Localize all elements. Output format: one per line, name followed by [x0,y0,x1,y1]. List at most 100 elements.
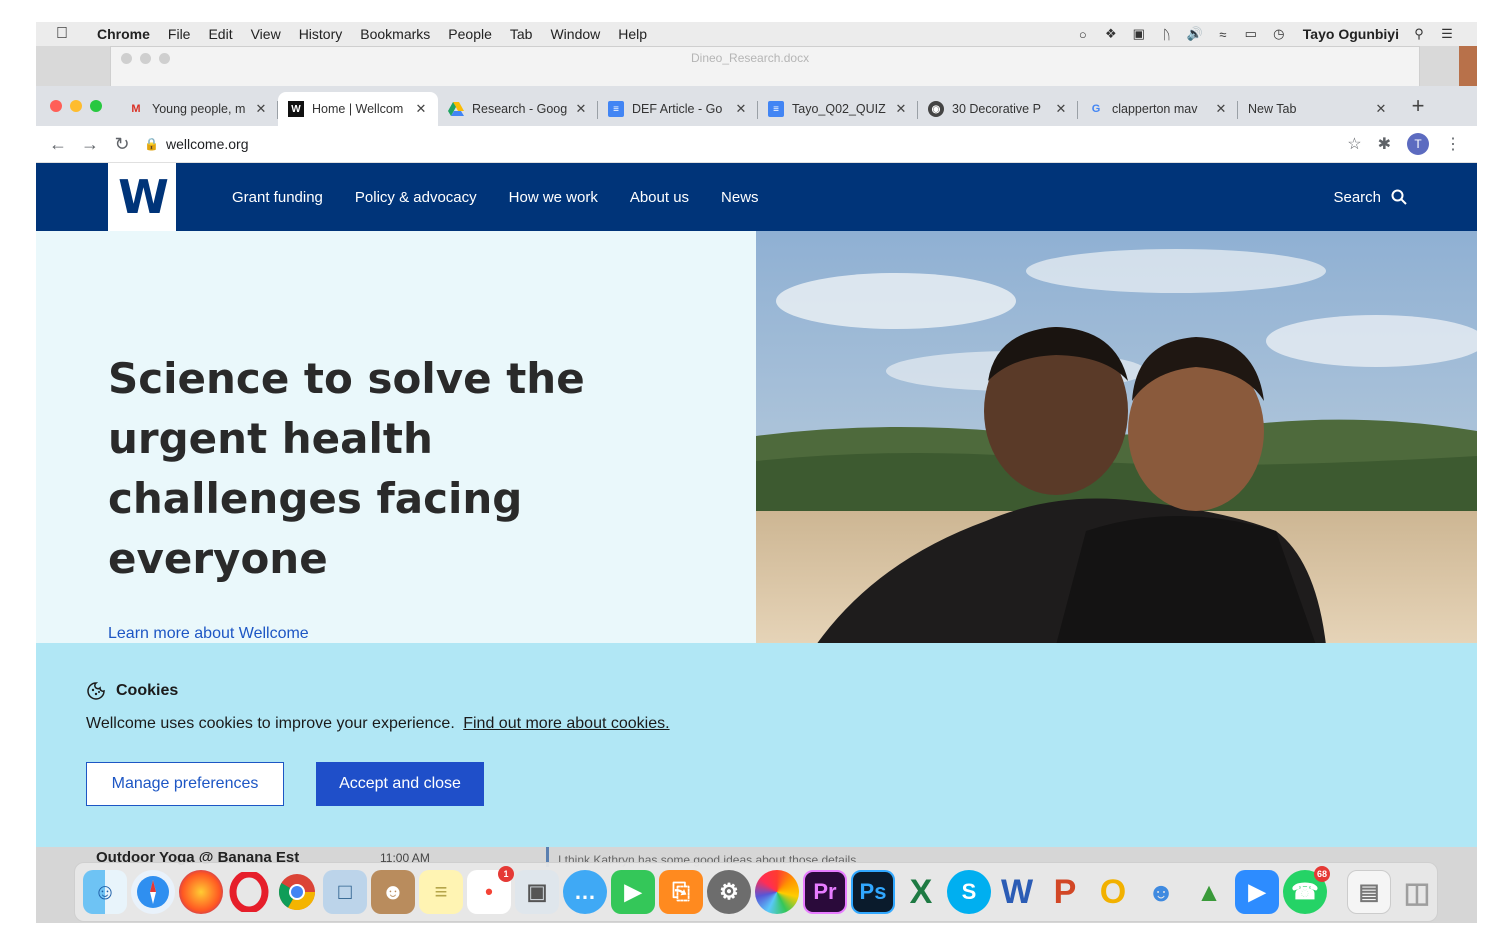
profile-avatar[interactable]: T [1407,133,1429,155]
bluetooth-icon[interactable]: ᚢ [1159,27,1175,42]
safari-icon[interactable] [131,870,175,914]
notification-center-icon[interactable]: ☰ [1439,26,1455,41]
wifi-icon[interactable]: ≈ [1215,27,1231,42]
site-search-button[interactable]: Search [1333,163,1407,231]
nav-about-us[interactable]: About us [630,189,689,206]
close-window-button[interactable] [50,100,62,112]
books-icon[interactable]: ⎘ [659,870,703,914]
address-bar[interactable]: 🔒 wellcome.org [144,129,1347,159]
extensions-puzzle-icon[interactable]: ✱ [1378,134,1391,154]
whatsapp-icon[interactable]: ☎ 68 [1283,866,1330,914]
firefox-icon[interactable] [179,870,223,914]
menu-edit[interactable]: Edit [199,26,241,42]
word-icon[interactable]: W [995,870,1039,914]
excel-icon[interactable]: X [899,870,943,914]
globe-icon: ◉ [928,101,944,117]
preview-icon[interactable]: □ [323,870,367,914]
zoom-icon[interactable]: ▶ [1235,870,1279,914]
close-tab-icon[interactable]: ✕ [894,101,908,117]
minimize-window-button[interactable] [70,100,82,112]
photos-icon[interactable] [755,870,799,914]
clock-icon[interactable]: ◷ [1271,26,1287,41]
close-tab-icon[interactable]: ✕ [734,101,748,117]
menu-view[interactable]: View [242,26,290,42]
archive-utility-icon[interactable]: ▲ [1187,870,1231,914]
chrome-icon[interactable] [275,870,319,914]
docs-icon: ≡ [768,101,784,117]
tab-google-search[interactable]: G clapperton mav ✕ [1078,92,1238,126]
premiere-icon[interactable]: Pr [803,870,847,914]
close-tab-icon[interactable]: ✕ [1054,101,1068,117]
url-text[interactable]: wellcome.org [166,136,248,152]
wellcome-logo[interactable]: W [108,163,176,231]
menu-file[interactable]: File [159,26,200,42]
close-tab-icon[interactable]: ✕ [254,101,268,117]
new-tab-button[interactable]: + [1398,93,1438,119]
menu-app-name[interactable]: Chrome [88,26,159,42]
main-nav: Grant funding Policy & advocacy How we w… [232,163,759,231]
teams-icon[interactable]: ☻ [1139,870,1183,914]
forward-icon[interactable]: → [74,134,106,155]
bookmark-star-icon[interactable]: ☆ [1347,134,1361,154]
screen-record-icon[interactable]: ▣ [1131,26,1147,41]
cookie-icon [87,682,105,700]
tab-new-tab[interactable]: New Tab ✕ [1238,92,1398,126]
menu-help[interactable]: Help [609,26,656,42]
nav-news[interactable]: News [721,189,759,206]
opera-icon[interactable] [227,870,271,914]
learn-more-link[interactable]: Learn more about Wellcome [108,625,309,643]
manage-preferences-button[interactable]: Manage preferences [86,762,284,806]
dropbox-icon[interactable]: ❖ [1103,26,1119,41]
reload-icon[interactable]: ↻ [106,134,138,155]
notes-icon[interactable]: ≡ [419,870,463,914]
document-file-icon[interactable]: ▤ [1347,870,1391,914]
more-menu-icon[interactable]: ⋮ [1445,134,1461,154]
skype-icon[interactable]: S [947,870,991,914]
spotlight-search-icon[interactable]: ⚲ [1411,26,1427,41]
lock-icon[interactable]: 🔒 [144,137,166,151]
photoshop-icon[interactable]: Ps [851,870,895,914]
close-tab-icon[interactable]: ✕ [1214,101,1228,117]
messages-icon[interactable]: … [563,870,607,914]
nav-how-we-work[interactable]: How we work [509,189,598,206]
finder-icon[interactable]: ☺ [83,870,127,914]
background-window-edge [1459,46,1477,90]
close-tab-icon[interactable]: ✕ [414,101,428,117]
tab-def-article[interactable]: ≡ DEF Article - Go ✕ [598,92,758,126]
status-tray: ○ ❖ ▣ ᚢ 🔊 ≈ ▭ ◷ Tayo Ogunbiyi ⚲ ☰ [1075,26,1477,42]
apple-menu-icon[interactable]:  [36,25,88,43]
battery-icon[interactable]: ▭ [1243,26,1259,41]
volume-icon[interactable]: 🔊 [1187,26,1203,41]
nav-policy-advocacy[interactable]: Policy & advocacy [355,189,477,206]
menu-tab[interactable]: Tab [501,26,542,42]
zoom-window-button[interactable] [90,100,102,112]
menu-window[interactable]: Window [541,26,609,42]
contacts-icon[interactable]: ☻ [371,870,415,914]
tab-research-drive[interactable]: Research - Goog ✕ [438,92,598,126]
tab-title: Tayo_Q02_QUIZ [792,102,886,116]
cookie-info-link[interactable]: Find out more about cookies. [463,715,669,732]
reminders-icon[interactable]: • 1 [467,866,514,914]
close-tab-icon[interactable]: ✕ [574,101,588,117]
tab-decorative[interactable]: ◉ 30 Decorative P ✕ [918,92,1078,126]
site-header: W Grant funding Policy & advocacy How we… [36,163,1477,231]
tab-wellcome[interactable]: W Home | Wellcom ✕ [278,92,438,126]
trash-icon[interactable]: ◫ [1395,870,1439,914]
system-preferences-icon[interactable]: ⚙ [707,870,751,914]
back-icon[interactable]: ← [42,134,74,155]
facetime-icon[interactable]: ▶ [611,870,655,914]
creative-cloud-icon[interactable]: ○ [1075,27,1091,42]
menu-history[interactable]: History [290,26,352,42]
accept-and-close-button[interactable]: Accept and close [316,762,484,806]
close-tab-icon[interactable]: ✕ [1374,101,1388,117]
powerpoint-icon[interactable]: P [1043,870,1087,914]
nav-grant-funding[interactable]: Grant funding [232,189,323,206]
menu-user-name[interactable]: Tayo Ogunbiyi [1303,26,1399,42]
image-capture-icon[interactable]: ▣ [515,870,559,914]
tab-gmail[interactable]: M Young people, m ✕ [118,92,278,126]
outlook-icon[interactable]: O [1091,870,1135,914]
menu-people[interactable]: People [439,26,501,42]
menu-bookmarks[interactable]: Bookmarks [351,26,439,42]
father-son-hug-photo [756,231,1477,645]
tab-quiz[interactable]: ≡ Tayo_Q02_QUIZ ✕ [758,92,918,126]
